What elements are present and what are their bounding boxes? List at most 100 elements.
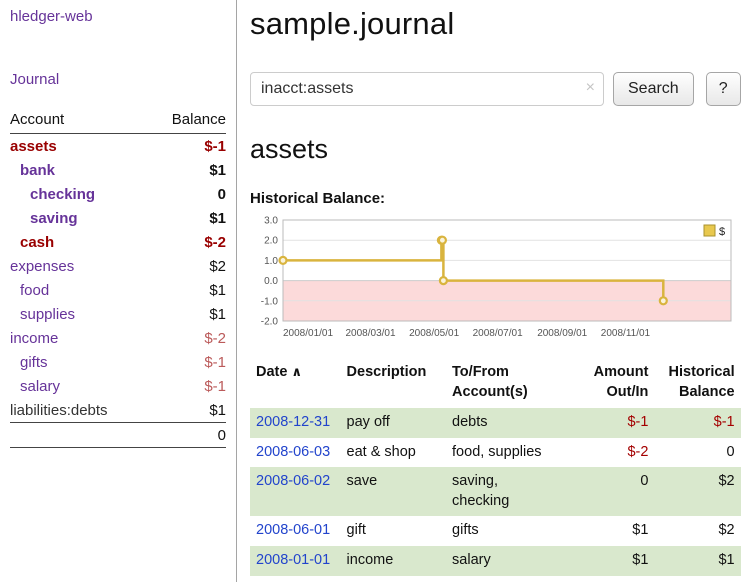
y-tick-label: 0.0 xyxy=(264,276,278,287)
data-point-marker xyxy=(660,297,667,304)
balance-header-line2: Balance xyxy=(679,384,735,400)
y-tick-label: -2.0 xyxy=(261,317,279,328)
account-link-cash[interactable]: cash xyxy=(10,230,149,254)
register-table: Date∧ Description To/From Account(s) Amo… xyxy=(250,361,741,576)
register-header-date[interactable]: Date∧ xyxy=(250,361,341,408)
sidebar-item-journal[interactable]: Journal xyxy=(10,71,226,88)
transaction-balance: $1 xyxy=(654,546,740,576)
x-tick-label: 2008/09/01 xyxy=(537,328,587,339)
search-button[interactable]: Search xyxy=(613,72,694,106)
account-balance: $-1 xyxy=(149,134,226,159)
register-header-description: Description xyxy=(341,361,446,408)
account-row: income $-2 xyxy=(10,326,226,350)
account-row: assets $-1 xyxy=(10,134,226,159)
search-box: × xyxy=(250,72,604,106)
accounts-total-row: 0 xyxy=(10,423,226,448)
account-balance: $-1 xyxy=(149,374,226,398)
account-row: liabilities:debts $1 xyxy=(10,398,226,423)
sidebar: hledger-web Journal Account Balance asse… xyxy=(0,0,237,582)
y-tick-label: 3.0 xyxy=(264,216,278,227)
x-tick-label: 2008/01/01 xyxy=(283,328,333,339)
account-link-liabilities-debts[interactable]: liabilities:debts xyxy=(10,398,149,423)
accounts-header-row: Account Balance xyxy=(10,108,226,134)
account-link-gifts[interactable]: gifts xyxy=(10,350,149,374)
account-row: salary $-1 xyxy=(10,374,226,398)
y-tick-label: -1.0 xyxy=(261,296,279,307)
account-link-checking[interactable]: checking xyxy=(10,182,149,206)
transaction-date-link[interactable]: 2008-12-31 xyxy=(250,408,341,438)
account-balance: $1 xyxy=(149,398,226,423)
transaction-amount: $-1 xyxy=(572,408,655,438)
account-link-bank[interactable]: bank xyxy=(10,158,149,182)
account-link-saving[interactable]: saving xyxy=(10,206,149,230)
account-heading: assets xyxy=(250,134,741,165)
transaction-date-link[interactable]: 2008-01-01 xyxy=(250,546,341,576)
transaction-amount: $-2 xyxy=(572,438,655,468)
y-tick-label: 1.0 xyxy=(264,256,278,267)
register-header-balance: Historical Balance xyxy=(654,361,740,408)
transaction-accounts: salary xyxy=(446,546,572,576)
transaction-amount: $1 xyxy=(572,546,655,576)
transaction-amount: $1 xyxy=(572,516,655,546)
sort-ascending-icon: ∧ xyxy=(291,364,302,379)
register-header-accounts: To/From Account(s) xyxy=(446,361,572,408)
accounts-total-balance: 0 xyxy=(149,423,226,448)
accounts-header-line2: Account(s) xyxy=(452,384,528,400)
accounts-header-account: Account xyxy=(10,108,149,134)
x-tick-label: 2008/11/01 xyxy=(601,328,651,339)
account-row: checking 0 xyxy=(10,182,226,206)
transaction-balance: $-1 xyxy=(654,408,740,438)
transaction-row: 2008-06-03 eat & shop food, supplies $-2… xyxy=(250,438,741,468)
amount-header-line2: Out/In xyxy=(607,384,649,400)
account-balance: $-2 xyxy=(149,230,226,254)
account-row: supplies $1 xyxy=(10,302,226,326)
x-tick-label: 2008/03/01 xyxy=(346,328,396,339)
account-balance: $1 xyxy=(149,278,226,302)
account-balance: 0 xyxy=(149,182,226,206)
transaction-description: income xyxy=(341,546,446,576)
account-row: expenses $2 xyxy=(10,254,226,278)
transaction-date-link[interactable]: 2008-06-03 xyxy=(250,438,341,468)
account-balance: $1 xyxy=(149,302,226,326)
app-title-link[interactable]: hledger-web xyxy=(10,8,226,25)
amount-header-line1: Amount xyxy=(594,364,649,380)
legend-swatch xyxy=(704,225,715,236)
account-row: gifts $-1 xyxy=(10,350,226,374)
clear-search-icon[interactable]: × xyxy=(586,79,595,97)
account-balance: $-2 xyxy=(149,326,226,350)
accounts-header-balance: Balance xyxy=(149,108,226,134)
register-header-amount: Amount Out/In xyxy=(572,361,655,408)
accounts-table: Account Balance assets $-1 bank $1 check… xyxy=(10,108,226,448)
transaction-accounts: debts xyxy=(446,408,572,438)
transaction-date-link[interactable]: 2008-06-01 xyxy=(250,516,341,546)
y-tick-label: 2.0 xyxy=(264,236,278,247)
accounts-total-spacer xyxy=(10,423,149,448)
historical-balance-chart: 3.0 2.0 1.0 0.0 -1.0 -2.0 2008/01/01 2008/03/01… xyxy=(250,213,736,347)
transaction-row: 2008-01-01 income salary $1 $1 xyxy=(250,546,741,576)
transaction-balance: 0 xyxy=(654,438,740,468)
account-link-assets[interactable]: assets xyxy=(10,134,149,159)
transaction-accounts: gifts xyxy=(446,516,572,546)
main-content: sample.journal × Search ? assets Histori… xyxy=(237,0,742,582)
page-title: sample.journal xyxy=(250,6,741,42)
account-link-expenses[interactable]: expenses xyxy=(10,254,149,278)
account-balance: $1 xyxy=(149,158,226,182)
account-balance: $-1 xyxy=(149,350,226,374)
account-row: food $1 xyxy=(10,278,226,302)
transaction-description: gift xyxy=(341,516,446,546)
search-form: × Search ? xyxy=(250,72,741,106)
accounts-header-line1: To/From xyxy=(452,364,509,380)
account-link-food[interactable]: food xyxy=(10,278,149,302)
account-link-salary[interactable]: salary xyxy=(10,374,149,398)
account-link-supplies[interactable]: supplies xyxy=(10,302,149,326)
transaction-description: pay off xyxy=(341,408,446,438)
legend-label: $ xyxy=(719,226,725,238)
transaction-date-link[interactable]: 2008-06-02 xyxy=(250,467,341,516)
transaction-description: save xyxy=(341,467,446,516)
search-input[interactable] xyxy=(250,72,604,106)
transaction-row: 2008-06-01 gift gifts $1 $2 xyxy=(250,516,741,546)
account-link-income[interactable]: income xyxy=(10,326,149,350)
account-balance: $2 xyxy=(149,254,226,278)
help-button[interactable]: ? xyxy=(706,72,741,106)
transaction-amount: 0 xyxy=(572,467,655,516)
